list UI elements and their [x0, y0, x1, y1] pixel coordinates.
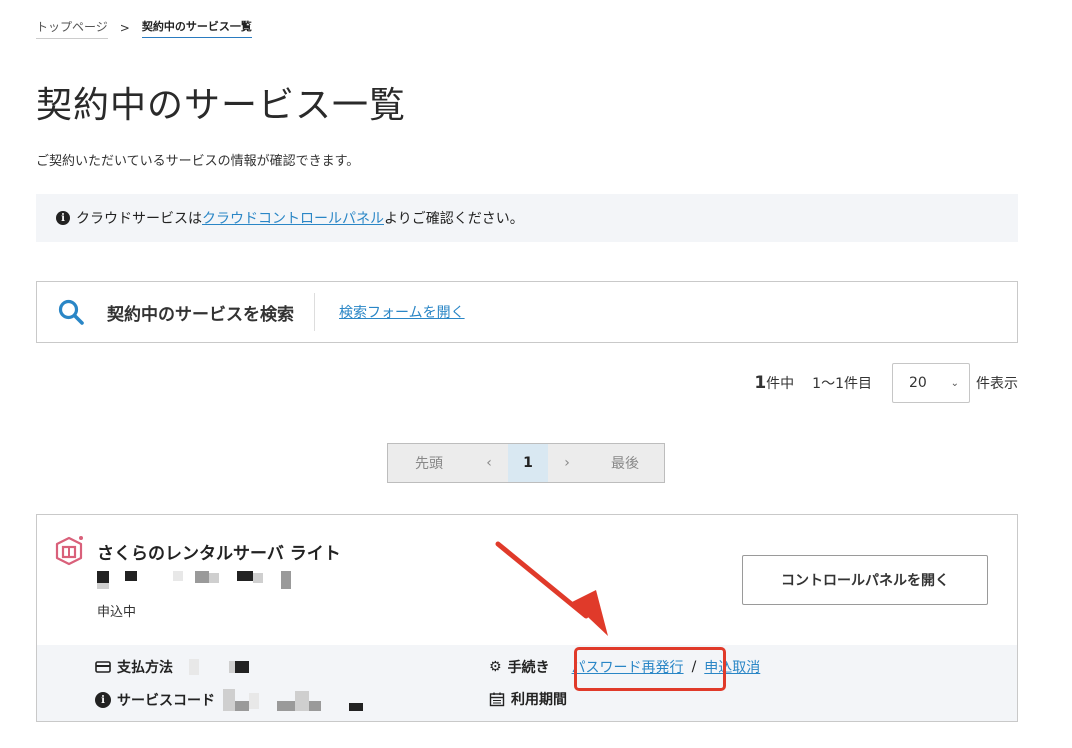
rental-server-icon [55, 536, 83, 566]
open-control-panel-button[interactable]: コントロールパネルを開く [742, 555, 988, 605]
cloud-info-notice: i クラウドサービスは クラウドコントロールパネル よりご確認ください。 [36, 194, 1018, 242]
result-count-row: 1 件中 1〜1件目 20 ⌄ 件表示 [754, 363, 1018, 403]
pagination-page-1[interactable]: 1 [508, 444, 548, 482]
cloud-control-panel-link[interactable]: クラウドコントロールパネル [202, 208, 384, 228]
service-status: 申込中 [97, 605, 137, 620]
info-suffix: よりご確認ください。 [384, 211, 524, 227]
pagination-prev[interactable]: ‹ [470, 444, 508, 482]
payment-method-label: 支払方法 [117, 660, 173, 676]
payment-method-row: 支払方法 [95, 657, 269, 677]
pagination-last[interactable]: 最後 [586, 444, 664, 482]
search-divider [314, 293, 315, 331]
service-name: さくらのレンタルサーバ ライト [97, 544, 341, 564]
result-range: 1〜1件目 [812, 376, 872, 392]
pagination-next[interactable]: › [548, 444, 586, 482]
info-circle-icon: i [56, 211, 70, 225]
service-card-header: さくらのレンタルサーバ ライト 申込中 コントロールパネルを開く [37, 515, 1017, 645]
per-page-suffix: 件表示 [976, 376, 1018, 392]
breadcrumb-separator: > [119, 21, 130, 35]
info-prefix: クラウドサービスは [76, 211, 202, 227]
calendar-icon [489, 692, 505, 707]
pagination: 先頭 ‹ 1 › 最後 [387, 443, 665, 483]
procedure-label: 手続き [507, 660, 550, 676]
service-code-label: サービスコード [117, 693, 215, 709]
per-page-value: 20 [909, 375, 927, 391]
redacted-service-id [97, 571, 297, 591]
usage-period-label: 利用期間 [511, 692, 567, 708]
breadcrumb-home-link[interactable]: トップページ [36, 18, 108, 39]
open-search-form-link[interactable]: 検索フォームを開く [339, 302, 465, 322]
page-title: 契約中のサービス一覧 [36, 85, 407, 126]
page-description: ご契約いただいているサービスの情報が確認できます。 [36, 154, 360, 169]
highlight-box [574, 647, 726, 691]
breadcrumb-current: 契約中のサービス一覧 [141, 18, 252, 38]
gear-icon: ⚙ [489, 659, 502, 675]
service-card-footer: 支払方法 i サービスコード ⚙ 手続き パスワード再発行 / 申込取消 利用期… [37, 645, 1017, 721]
result-total-suffix: 件中 [766, 376, 795, 392]
service-search-panel: 契約中のサービスを検索 検索フォームを開く [36, 281, 1018, 343]
search-icon [58, 299, 84, 325]
info-circle-icon: i [95, 692, 111, 708]
per-page-select[interactable]: 20 ⌄ [892, 363, 970, 403]
breadcrumb: トップページ > 契約中のサービス一覧 [36, 16, 252, 40]
search-title: 契約中のサービスを検索 [107, 304, 294, 325]
result-total-count: 1 [754, 373, 767, 393]
credit-card-icon [95, 661, 111, 673]
service-card: さくらのレンタルサーバ ライト 申込中 コントロールパネルを開く 支払方法 i … [36, 514, 1018, 722]
redacted-payment-value [189, 659, 269, 675]
chevron-down-icon: ⌄ [950, 377, 959, 389]
pagination-first[interactable]: 先頭 [388, 444, 470, 482]
usage-period-row: 利用期間 [489, 689, 567, 709]
redacted-service-code [223, 689, 373, 711]
service-code-row: i サービスコード [95, 689, 373, 711]
